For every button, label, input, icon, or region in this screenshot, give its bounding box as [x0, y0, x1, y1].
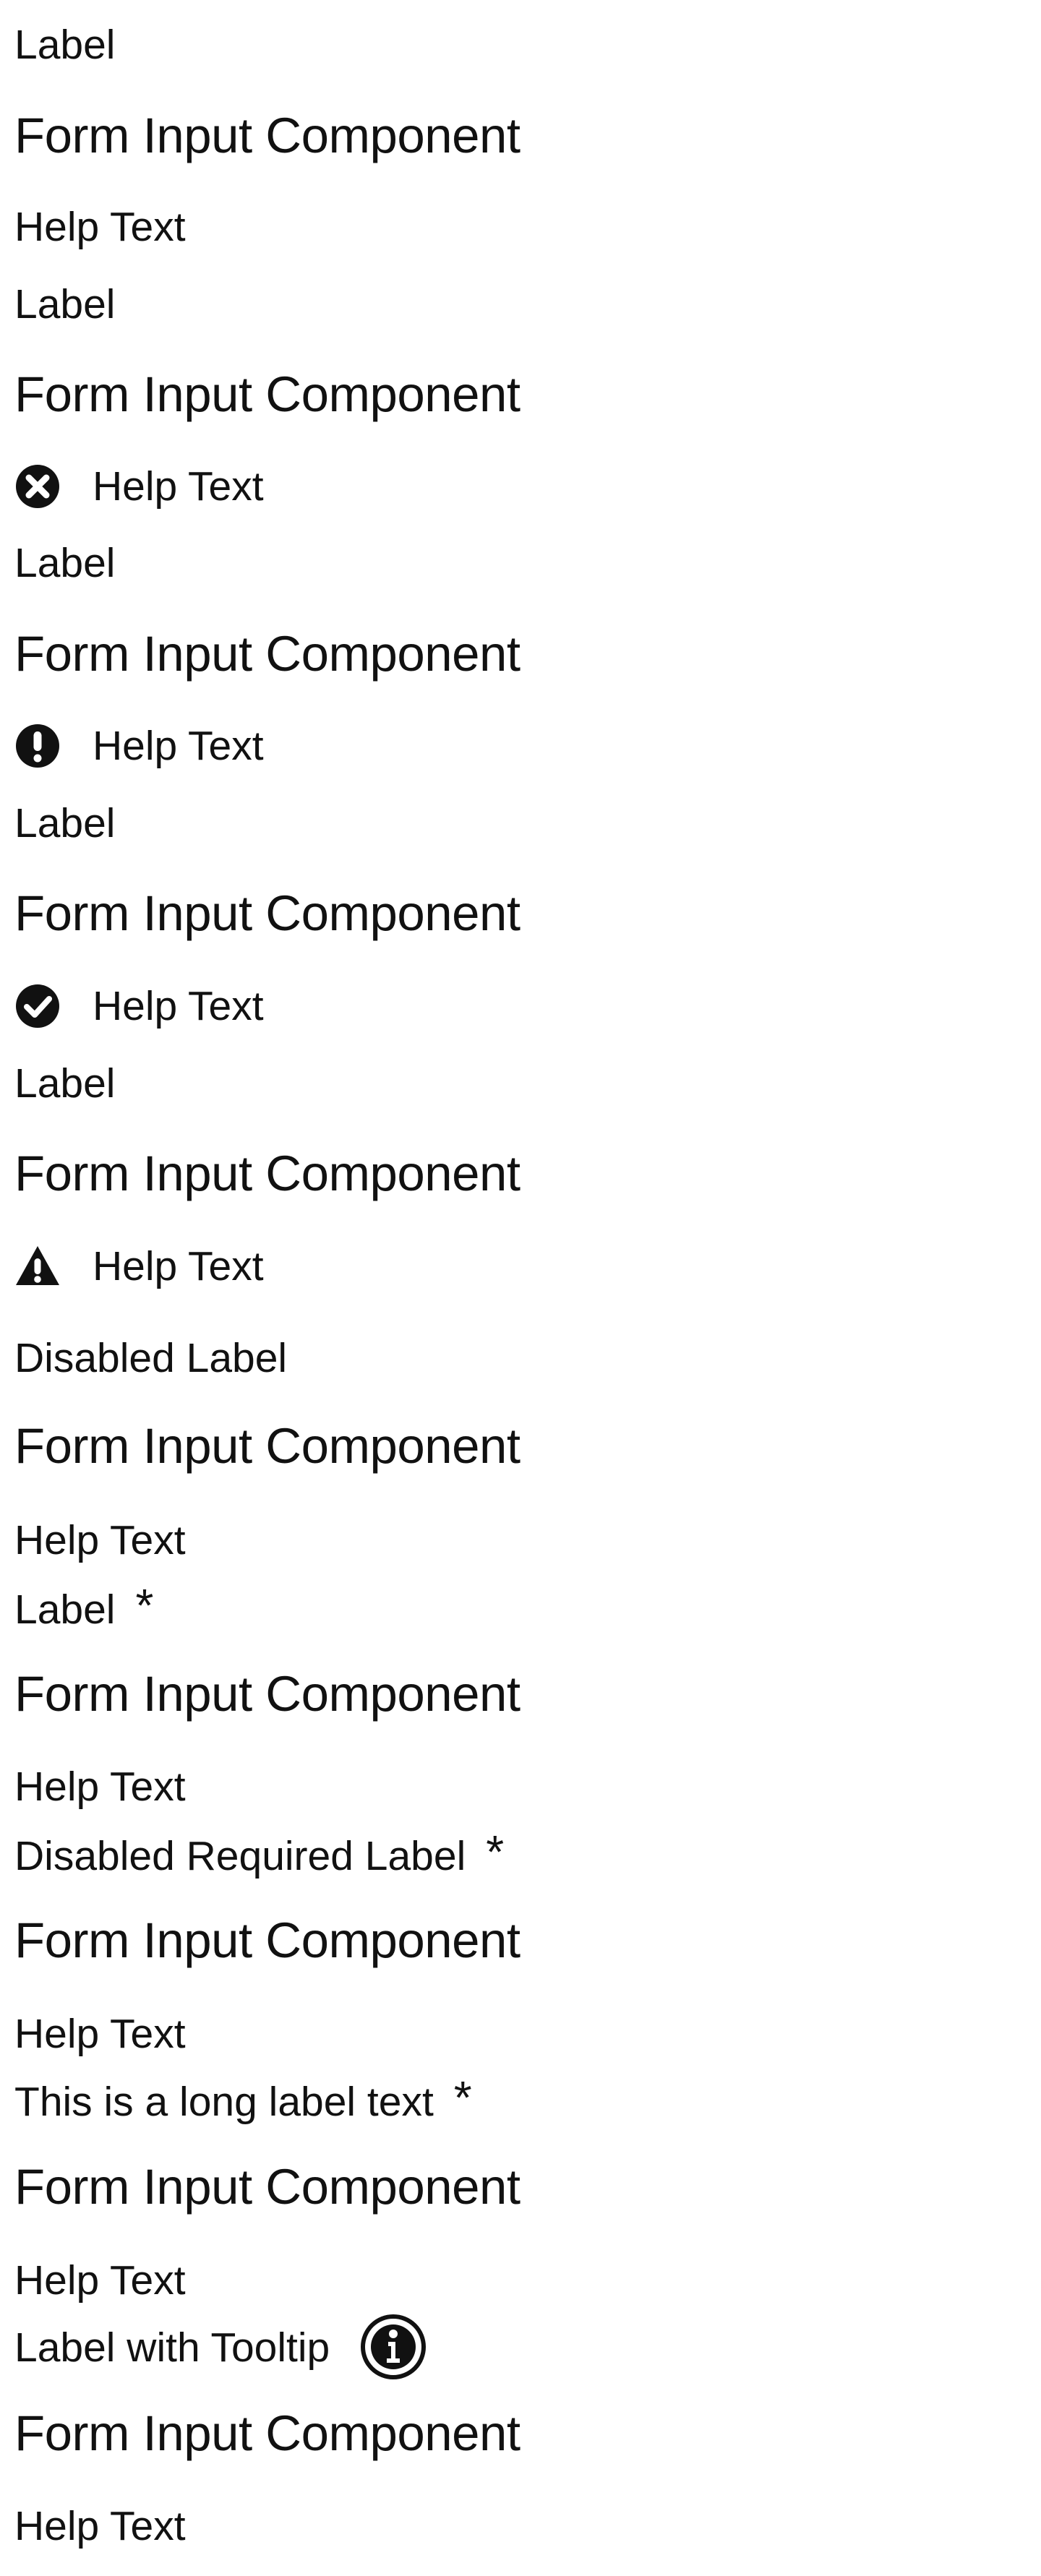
help-text: Help Text — [93, 722, 264, 769]
help-text: Help Text — [14, 1517, 186, 1563]
field-label: This is a long label text — [14, 2078, 434, 2125]
form-input-component: Form Input Component — [14, 1418, 520, 1474]
help-text: Help Text — [14, 2503, 186, 2549]
required-marker: * — [453, 2071, 472, 2124]
form-input-component[interactable]: Form Input Component — [14, 369, 520, 419]
help-text: Help Text — [14, 1764, 186, 1810]
form-input-component[interactable]: Form Input Component — [14, 629, 520, 679]
field-label: Disabled Required Label — [14, 1832, 466, 1879]
tooltip-button[interactable] — [360, 2314, 427, 2381]
field-label-row: Label with Tooltip — [14, 2314, 427, 2381]
help-text-row: Help Text — [14, 1243, 264, 1289]
field-label: Label with Tooltip — [14, 2324, 330, 2371]
help-text-row: Help Text — [14, 983, 264, 1029]
help-text: Help Text — [14, 2011, 186, 2057]
required-marker: * — [135, 1579, 154, 1631]
help-text-row: Help Text — [14, 463, 264, 510]
form-input-component[interactable]: Form Input Component — [14, 1149, 520, 1198]
field-label-row: Disabled Required Label * — [14, 1826, 504, 1883]
error-circle-icon — [14, 463, 61, 510]
form-input-component[interactable]: Form Input Component — [14, 1669, 520, 1719]
field-label-row: Label * — [14, 1579, 153, 1636]
field-label: Label — [14, 1060, 116, 1107]
help-text: Help Text — [93, 463, 264, 510]
success-check-icon — [14, 983, 61, 1029]
form-input-component[interactable]: Form Input Component — [14, 2162, 520, 2212]
required-marker: * — [486, 1826, 505, 1878]
form-input-component[interactable]: Form Input Component — [14, 111, 520, 160]
warning-circle-icon — [14, 723, 61, 769]
field-label: Disabled Label — [14, 1335, 288, 1381]
info-icon — [360, 2314, 427, 2382]
form-input-component[interactable]: Form Input Component — [14, 2408, 520, 2458]
field-label: Label — [14, 281, 116, 327]
help-text-row: Help Text — [14, 723, 264, 769]
field-label-row: This is a long label text * — [14, 2071, 472, 2129]
field-label: Label — [14, 540, 116, 586]
form-input-component[interactable]: Form Input Component — [14, 888, 520, 938]
form-input-component: Form Input Component — [14, 1912, 520, 1968]
field-label: Label — [14, 22, 116, 68]
help-text: Help Text — [14, 204, 186, 250]
help-text: Help Text — [93, 1242, 264, 1289]
field-label: Label — [14, 800, 116, 846]
warning-triangle-icon — [14, 1243, 61, 1289]
help-text: Help Text — [93, 982, 264, 1029]
field-label: Label — [14, 1586, 116, 1633]
help-text: Help Text — [14, 2257, 186, 2304]
form-input-components-page: Label Form Input Component Help Text Lab… — [0, 0, 1041, 2576]
